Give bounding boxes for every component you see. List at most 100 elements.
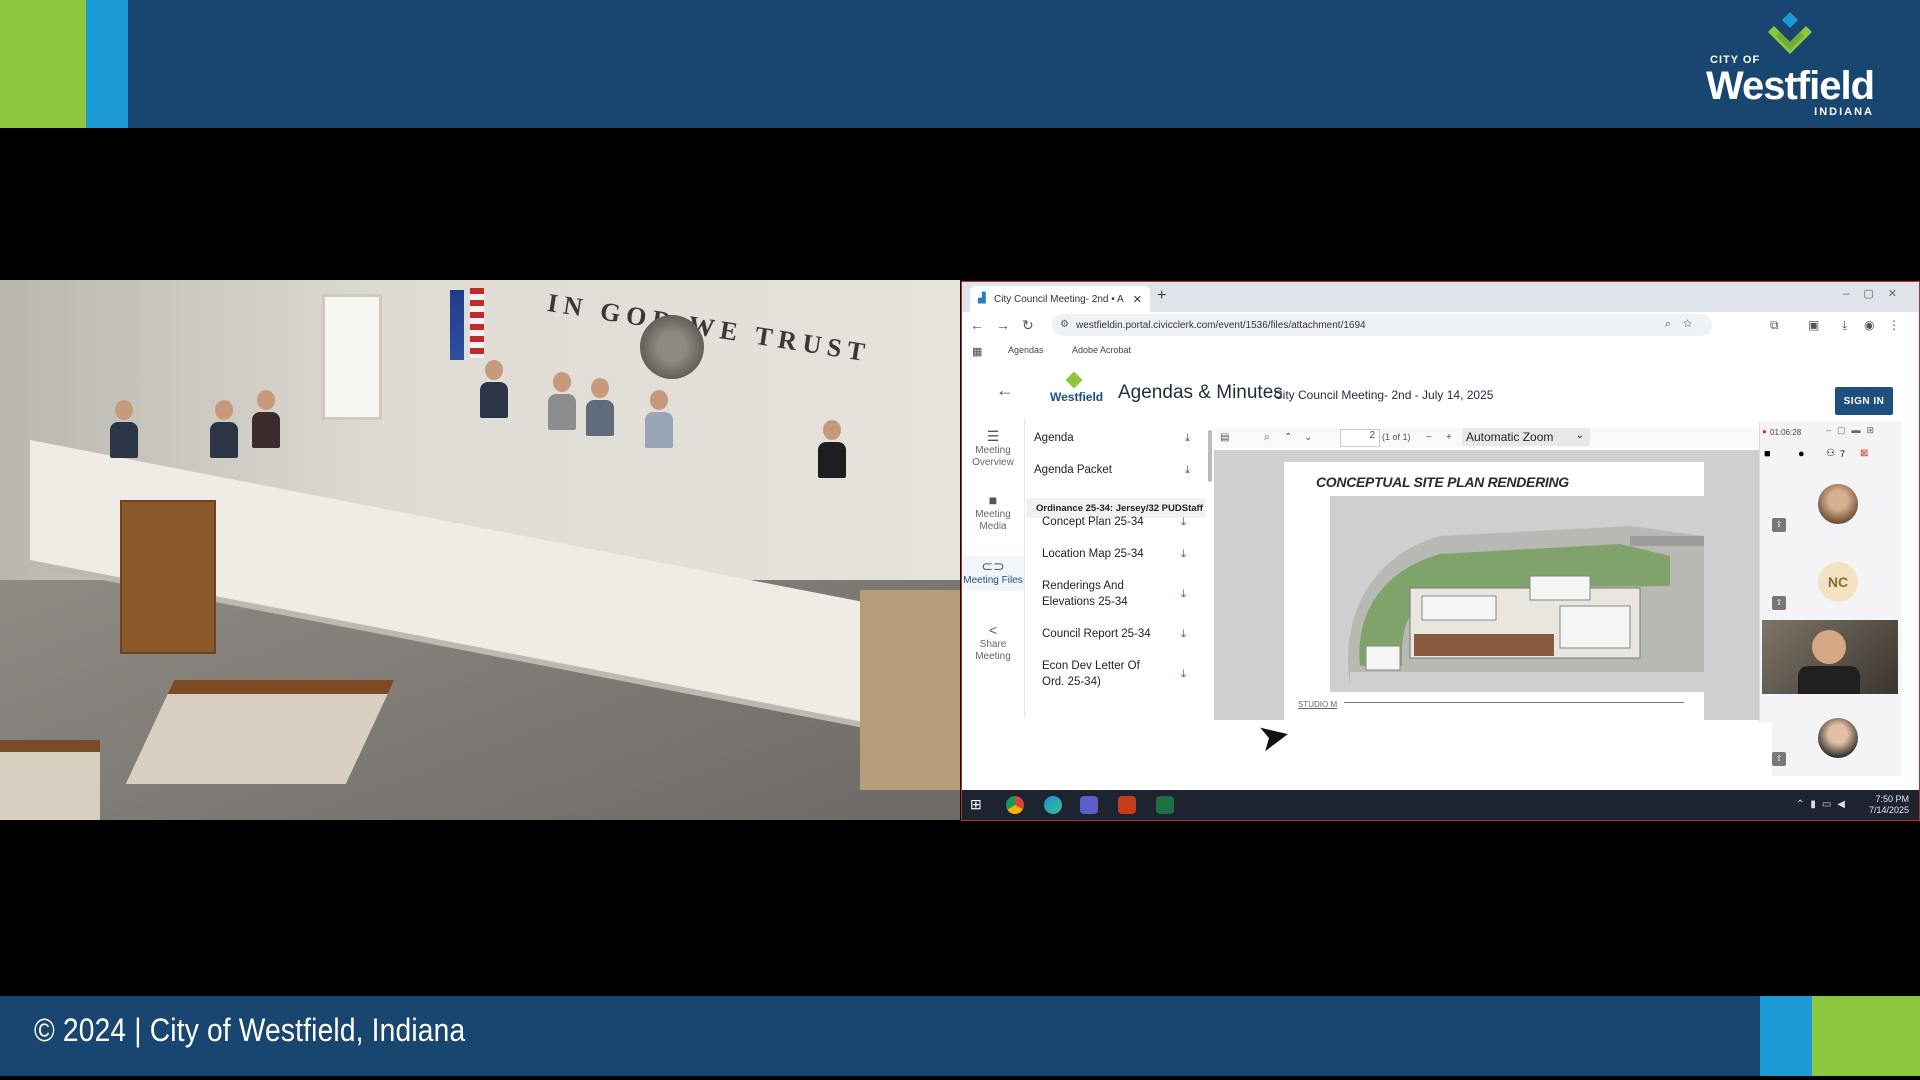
share-icon: < [988,622,998,638]
banner-blue-block [86,0,128,128]
nav-meeting-media[interactable]: ■ Meeting Media [962,493,1024,533]
participants-icon[interactable]: ⚇ [1826,448,1835,459]
nav-meeting-files[interactable]: ⊂⊃ Meeting Files [962,556,1024,591]
gallery-bench [0,740,100,820]
tab-title: City Council Meeting- 2nd • Ag [994,294,1124,305]
taskbar-clock[interactable]: 7:50 PM 7/14/2025 [1869,794,1909,816]
council-member [548,372,576,432]
apps-grid-icon[interactable]: ▦ [972,345,982,358]
reload-icon[interactable]: ↻ [1022,317,1034,334]
us-flag [470,288,484,358]
site-info-icon[interactable]: ⚙ [1060,319,1069,330]
camera-icon[interactable]: ■ [1764,448,1771,460]
download-icon[interactable]: ⤓ [1181,626,1186,642]
call-window-controls[interactable]: –▢▬⊞ [1826,425,1880,436]
participant-count: 7 [1840,449,1846,459]
westfield-logo: CITY OF Westfield INDIANA [1700,10,1880,118]
menu-icon[interactable]: ⋮ [1888,318,1900,332]
next-page-icon[interactable]: ⌄ [1304,432,1312,443]
banner-green-block [0,0,86,128]
excel-icon[interactable] [1156,796,1174,814]
chamber-window [322,294,382,420]
screen-share-window: ▟ City Council Meeting- 2nd • Ag ✕ + –▢✕… [961,281,1920,821]
download-icon[interactable]: ⤓ [1185,430,1190,446]
participant-video-tile[interactable] [1762,620,1898,694]
file-agenda-packet[interactable]: Agenda Packet ⤓ [1034,462,1204,478]
windows-start-icon[interactable]: ⊞ [970,796,988,814]
list-icon: ☰ [986,428,1000,444]
teams-call-panel: ● 01:06:28 –▢▬⊞ ■ ● ⚇ 7 ⊠ ⇧ NC ⇧ ⇧ [1759,422,1902,776]
chevron-down-icon: ⌄ [1575,430,1584,441]
back-icon[interactable]: ← [970,317,984,333]
zoom-select[interactable]: Automatic Zoom ⌄ [1462,428,1590,446]
zoom-star-icons[interactable]: ⌕☆ [1665,318,1704,331]
bookmark-adobe-acrobat[interactable]: Adobe Acrobat [1072,345,1131,355]
browser-tab-strip: ▟ City Council Meeting- 2nd • Ag ✕ + –▢✕ [962,282,1919,312]
zoom-out-icon[interactable]: − [1426,432,1432,443]
council-member [818,420,846,480]
pdf-page: CONCEPTUAL SITE PLAN RENDERING STUDIO M [1284,462,1704,722]
edge-icon[interactable] [1044,796,1062,814]
app-header: ← Westfield Agendas & Minutes City Counc… [962,362,1919,418]
file-renderings[interactable]: Renderings And Elevations 25-34 [1042,578,1142,610]
files-scrollbar[interactable] [1208,430,1212,482]
pdf-search-icon[interactable]: ⌕ [1264,432,1270,443]
download-icon[interactable]: ⤓ [1181,588,1186,601]
address-bar[interactable]: ⚙ westfieldin.portal.civicclerk.com/even… [1052,314,1712,336]
file-concept-plan[interactable]: Concept Plan 25-34 ⤓ [1042,514,1198,530]
nav-meeting-overview[interactable]: ☰ Meeting Overview [962,428,1024,469]
page-number-input[interactable]: 2 [1340,429,1380,447]
participant-tile[interactable]: ⇧ [1772,470,1902,542]
tab-favicon-icon: ▟ [978,293,986,304]
pdf-toolbar: ▤ ⌕ ⌃ ⌄ 2 (1 of 1) − + Automatic Zoom ⌄ [1214,428,1784,448]
sidebar-toggle-icon[interactable]: ▤ [1220,432,1229,443]
split-view-icon[interactable]: ▣ [1808,318,1819,332]
profile-icon[interactable]: ◉ [1864,318,1874,332]
footer-green-block [1812,996,1920,1076]
westfield-leaf-icon [1768,12,1812,54]
participant-avatar [1818,718,1858,758]
logo-wordmark: Westfield [1705,64,1875,108]
microphone-icon[interactable]: ● [1798,448,1805,460]
file-location-map[interactable]: Location Map 25-34 ⤓ [1042,546,1198,562]
browser-tab[interactable]: ▟ City Council Meeting- 2nd • Ag ✕ [970,286,1150,312]
system-tray-icons[interactable]: ⌃▮▭◀ [1796,799,1851,810]
bookmark-agendas[interactable]: Agendas [1008,345,1044,355]
powerpoint-icon[interactable] [1118,796,1136,814]
download-icon[interactable]: ⤓ [1181,514,1186,530]
chrome-icon[interactable] [1006,796,1024,814]
nav-share-meeting[interactable]: < Share Meeting [962,622,1024,663]
windows-taskbar: ⊞ ⌃▮▭◀ 7:50 PM 7/14/2025 [962,790,1919,820]
council-member [645,390,673,450]
extensions-icon[interactable]: ⧉ [1770,318,1779,333]
file-agenda[interactable]: Agenda ⤓ [1034,430,1204,446]
pin-icon[interactable]: ⇧ [1772,518,1786,532]
teams-icon[interactable] [1080,796,1098,814]
new-tab-button[interactable]: + [1157,287,1166,305]
prev-page-icon[interactable]: ⌃ [1284,432,1292,443]
download-icon[interactable]: ⤓ [1181,546,1186,562]
zoom-in-icon[interactable]: + [1446,432,1452,443]
sign-in-button[interactable]: SIGN IN [1835,387,1893,415]
site-plan-rendering [1330,496,1704,692]
leave-call-icon[interactable]: ⊠ [1860,448,1868,459]
app-title: Agendas & Minutes [1118,382,1283,403]
window-controls[interactable]: –▢✕ [1843,287,1911,300]
bookmarks-bar: ▦ Agendas Adobe Acrobat [962,340,1919,363]
meeting-nav: ☰ Meeting Overview ■ Meeting Media ⊂⊃ Me… [962,418,1025,718]
file-council-report[interactable]: Council Report 25-34 ⤓ [1042,626,1198,642]
file-econ-dev-letter[interactable]: Econ Dev Letter Of Ord. 25-34) [1042,658,1162,690]
participant-tile[interactable]: NC ⇧ [1772,548,1902,620]
participant-tile[interactable]: ⇧ [1772,704,1902,776]
download-icon[interactable]: ⤓ [1181,668,1186,681]
city-seal [640,315,704,379]
back-arrow-icon[interactable]: ← [996,380,1014,401]
pin-icon[interactable]: ⇧ [1772,752,1786,766]
pin-icon[interactable]: ⇧ [1772,596,1786,610]
download-icon[interactable]: ⤓ [1842,318,1847,333]
tab-close-icon[interactable]: ✕ [1133,293,1142,306]
download-icon[interactable]: ⤓ [1185,462,1190,478]
pdf-viewer[interactable]: CONCEPTUAL SITE PLAN RENDERING STUDIO M [1214,450,1784,722]
speaker-podium [120,500,216,654]
forward-icon[interactable]: → [996,317,1010,333]
